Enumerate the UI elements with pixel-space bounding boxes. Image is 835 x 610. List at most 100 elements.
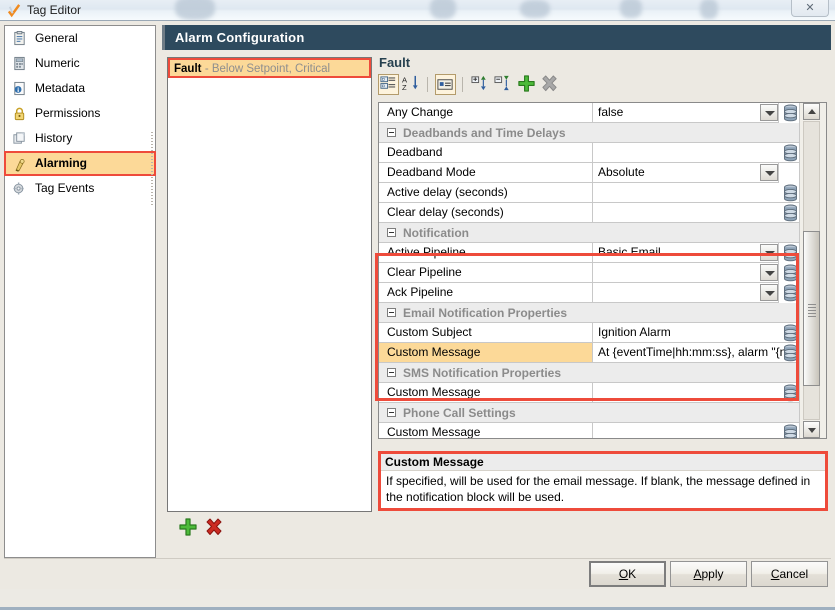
property-row[interactable]: Deadband0 (379, 143, 826, 163)
close-icon[interactable]: ✕ (791, 0, 829, 17)
property-row[interactable]: Custom Message (379, 383, 826, 403)
description-toggle-button[interactable] (435, 74, 456, 95)
binding-database-icon[interactable] (782, 324, 799, 342)
collapse-toggle-icon[interactable] (387, 128, 396, 137)
chevron-down-icon[interactable] (760, 244, 778, 261)
alphabetical-sort-button[interactable]: A Z (401, 74, 422, 95)
property-key: Clear Pipeline (379, 263, 593, 283)
add-alarm-icon[interactable] (178, 517, 198, 537)
sidebar-item-permissions[interactable]: Permissions (5, 101, 155, 126)
cancel-button[interactable]: Cancel (751, 561, 828, 587)
sidebar-scroll-grip[interactable] (150, 130, 155, 208)
property-value[interactable] (593, 383, 801, 403)
property-key: Active delay (seconds) (379, 183, 593, 203)
add-property-button[interactable] (517, 74, 538, 95)
chevron-down-icon[interactable] (760, 264, 778, 281)
description-title: Custom Message (381, 454, 825, 471)
property-value[interactable] (593, 423, 801, 439)
property-key: Custom Subject (379, 323, 593, 343)
sidebar-item-label: Numeric (35, 56, 80, 70)
binding-database-icon[interactable] (782, 144, 799, 162)
svg-text:Z: Z (402, 83, 407, 92)
chevron-down-icon[interactable] (760, 164, 778, 181)
binding-database-icon[interactable] (782, 284, 799, 302)
property-group-header[interactable]: SMS Notification Properties (379, 363, 826, 383)
collapse-toggle-icon[interactable] (387, 368, 396, 377)
alarm-list[interactable]: Fault - Below Setpoint, Critical (167, 57, 372, 512)
property-value[interactable]: 0 (593, 143, 801, 163)
property-group-header[interactable]: Phone Call Settings (379, 403, 826, 423)
remove-alarm-icon[interactable] (204, 517, 224, 537)
alarm-bell-icon (13, 158, 28, 173)
desktop-blur-backdrop (0, 0, 835, 20)
property-row[interactable]: Active delay (seconds)0 (379, 183, 826, 203)
property-row[interactable]: Ack Pipeline (379, 283, 826, 303)
collapse-toggle-icon[interactable] (387, 228, 396, 237)
collapse-all-button[interactable] (494, 74, 515, 95)
property-row[interactable]: Any Changefalse (379, 103, 826, 123)
alarm-name: Fault (174, 63, 201, 75)
property-description-panel: Custom Message If specified, will be use… (378, 451, 828, 511)
sidebar-item-tag-events[interactable]: Tag Events (5, 176, 155, 201)
binding-database-icon[interactable] (782, 344, 799, 362)
property-value[interactable]: At {eventTime|hh:mm:ss}, alarm "{n (593, 343, 801, 363)
property-grid[interactable]: Any ChangefalseDeadbands and Time Delays… (378, 102, 827, 439)
sidebar-item-numeric[interactable]: Numeric (5, 51, 155, 76)
property-value[interactable]: Absolute (593, 163, 779, 183)
property-value[interactable]: 0 (593, 183, 801, 203)
property-row[interactable]: Custom SubjectIgnition Alarm (379, 323, 826, 343)
scroll-down-icon[interactable] (803, 421, 820, 438)
property-value[interactable]: false (593, 103, 779, 123)
property-value[interactable]: 0 (593, 203, 801, 223)
dialog-button-bar: OK Apply Cancel (0, 561, 835, 589)
property-group-label: Phone Call Settings (403, 406, 516, 420)
property-row[interactable]: Deadband ModeAbsolute (379, 163, 826, 183)
property-row[interactable]: Clear delay (seconds)0 (379, 203, 826, 223)
property-row[interactable]: Active PipelineBasic Email (379, 243, 826, 263)
scroll-thumb[interactable] (803, 231, 820, 386)
property-value[interactable] (593, 263, 779, 283)
binding-database-icon[interactable] (782, 264, 799, 282)
binding-database-icon[interactable] (782, 424, 799, 439)
property-key: Clear delay (seconds) (379, 203, 593, 223)
page-title-bar: Alarm Configuration (162, 25, 831, 50)
description-body: If specified, will be used for the email… (381, 471, 825, 507)
scroll-up-icon[interactable] (803, 103, 820, 120)
property-group-header[interactable]: Email Notification Properties (379, 303, 826, 323)
delete-property-button[interactable] (540, 74, 561, 95)
sidebar-item-label: History (35, 131, 72, 145)
binding-database-icon[interactable] (782, 204, 799, 222)
alarm-list-item-fault[interactable]: Fault - Below Setpoint, Critical (168, 58, 371, 78)
property-group-header[interactable]: Deadbands and Time Delays (379, 123, 826, 143)
property-group-header[interactable]: Notification (379, 223, 826, 243)
property-value[interactable]: Basic Email (593, 243, 779, 263)
apply-button[interactable]: Apply (670, 561, 747, 587)
apply-mnemonic: A (693, 567, 701, 581)
binding-database-icon[interactable] (782, 384, 799, 402)
footer-divider (4, 558, 831, 559)
property-key: Deadband (379, 143, 593, 163)
collapse-toggle-icon[interactable] (387, 408, 396, 417)
sidebar-item-alarming[interactable]: Alarming (4, 151, 156, 176)
history-icon (12, 131, 27, 146)
property-value[interactable] (593, 283, 779, 303)
property-row[interactable]: Clear Pipeline (379, 263, 826, 283)
expand-all-button[interactable] (471, 74, 492, 95)
sidebar-item-label: Alarming (35, 156, 87, 170)
sidebar-item-metadata[interactable]: Metadata (5, 76, 155, 101)
ok-button[interactable]: OK (589, 561, 666, 587)
property-grid-scrollbar[interactable] (799, 103, 827, 438)
binding-database-icon[interactable] (782, 244, 799, 262)
property-row[interactable]: Custom Message (379, 423, 826, 439)
chevron-down-icon[interactable] (760, 284, 778, 301)
binding-database-icon[interactable] (782, 184, 799, 202)
sidebar-item-general[interactable]: General (5, 26, 155, 51)
sidebar-item-history[interactable]: History (5, 126, 155, 151)
chevron-down-icon[interactable] (760, 104, 778, 121)
sidebar-item-label: Tag Events (35, 181, 94, 195)
collapse-toggle-icon[interactable] (387, 308, 396, 317)
property-row[interactable]: Custom MessageAt {eventTime|hh:mm:ss}, a… (379, 343, 826, 363)
categorized-view-button[interactable] (378, 74, 399, 95)
property-value[interactable]: Ignition Alarm (593, 323, 801, 343)
binding-database-icon[interactable] (782, 104, 799, 122)
